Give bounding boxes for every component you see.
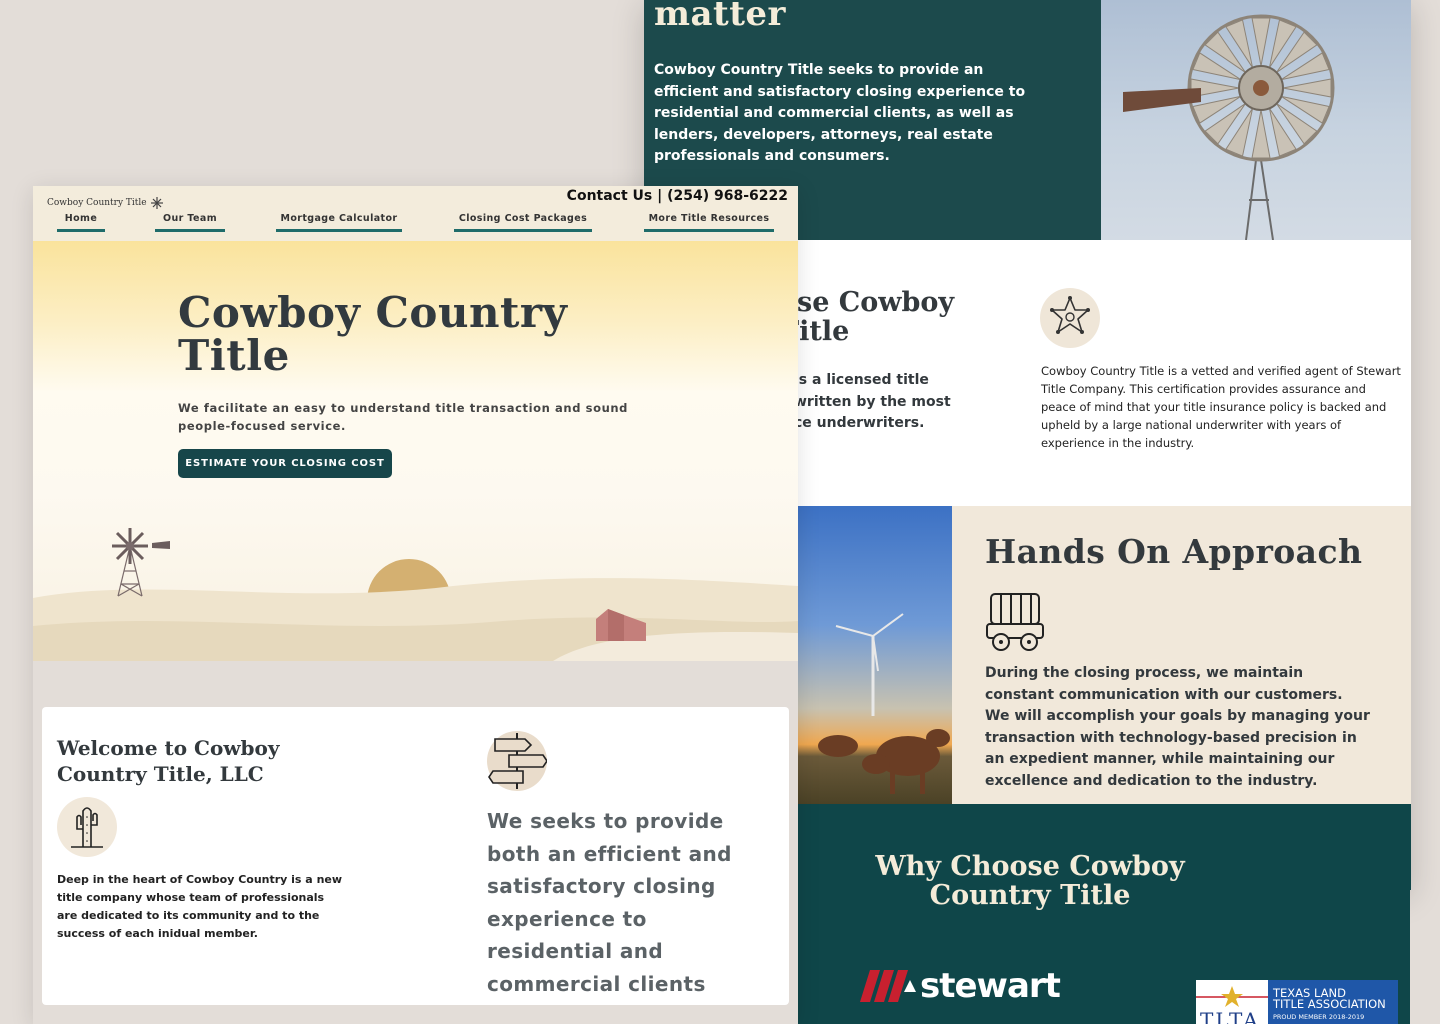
licensed-text: is a licensed title written by the most … — [794, 370, 951, 435]
licensed-line2: written by the most — [794, 393, 951, 410]
cactus-icon — [57, 797, 117, 857]
front-page-screenshot: Cowboy Country Title Contact Us | (254) … — [33, 186, 798, 1024]
why-partial-heading: ose Cowboy Title — [779, 288, 954, 346]
stewart-logo-text: stewart — [920, 966, 1061, 1006]
nav-home[interactable]: Home — [57, 213, 105, 232]
why-choose-section: Why Choose Cowboy Country Title stewart … — [798, 804, 1410, 1024]
windmill-icon — [150, 197, 163, 209]
tlta-text: TEXAS LAND TITLE ASSOCIATION PROUD MEMBE… — [1268, 980, 1386, 1024]
sheriff-star-icon — [1040, 288, 1100, 348]
wind-turbine-cattle-photo — [798, 506, 952, 804]
contact-us-link[interactable]: Contact Us | (254) 968-6222 — [567, 188, 788, 204]
wagon-icon — [985, 590, 1045, 657]
why-choose-title: Why Choose Cowboy Country Title — [875, 851, 1185, 911]
welcome-statement: We seeks to provide both an efficient an… — [487, 809, 732, 996]
nav-more-title-resources[interactable]: More Title Resources — [644, 213, 774, 232]
welcome-description: Deep in the heart of Cowboy Country is a… — [57, 873, 343, 940]
hands-on-title: Hands On Approach — [985, 532, 1363, 571]
tlta-member-badge[interactable]: TLTA TEXAS LAND TITLE ASSOCIATION PROUD … — [1196, 980, 1398, 1024]
welcome-title: Welcome to Cowboy Country Title, LLC — [57, 736, 280, 786]
tlta-star-icon — [1196, 986, 1268, 1007]
tlta-line2: TITLE ASSOCIATION — [1273, 997, 1386, 1011]
stewart-logo[interactable]: stewart — [860, 966, 1061, 1006]
tlta-line3: PROUD MEMBER 2018-2019 — [1273, 1013, 1365, 1021]
windmill-photo — [1101, 0, 1411, 240]
stewart-agent-text: Cowboy Country Title is a vetted and ver… — [1041, 364, 1401, 450]
hero-section: Cowboy Country Title We facilitate an ea… — [33, 241, 798, 661]
landscape-illustration — [33, 528, 798, 661]
nav-mortgage-calculator[interactable]: Mortgage Calculator — [276, 213, 402, 232]
mission-heading: matter — [654, 0, 786, 34]
stewart-logo-icon — [860, 970, 916, 1002]
site-logo[interactable]: Cowboy Country Title — [47, 196, 164, 210]
licensed-line3: ce underwriters. — [794, 415, 925, 431]
logo-text: Cowboy Country Title — [47, 198, 147, 208]
tlta-mark-text: TLTA — [1200, 1008, 1260, 1024]
mission-text: Cowboy Country Title seeks to provide an… — [654, 62, 1026, 164]
signpost-icon — [487, 731, 548, 791]
site-header: Cowboy Country Title Contact Us | (254) … — [33, 186, 798, 241]
hands-on-text: During the closing process, we maintain … — [985, 665, 1370, 789]
why-heading-line1: ose Cowboy — [779, 287, 955, 318]
nav-closing-cost-packages[interactable]: Closing Cost Packages — [454, 213, 592, 232]
tlta-mark: TLTA — [1196, 980, 1268, 1024]
welcome-card: Welcome to Cowboy Country Title, LLC Dee… — [42, 707, 789, 1005]
hands-on-approach-section: Hands On Approach During the closing pro… — [952, 506, 1411, 804]
windmill-illustration — [112, 528, 170, 597]
nav-our-team[interactable]: Our Team — [155, 213, 225, 232]
licensed-line1: is a licensed title — [794, 372, 929, 388]
